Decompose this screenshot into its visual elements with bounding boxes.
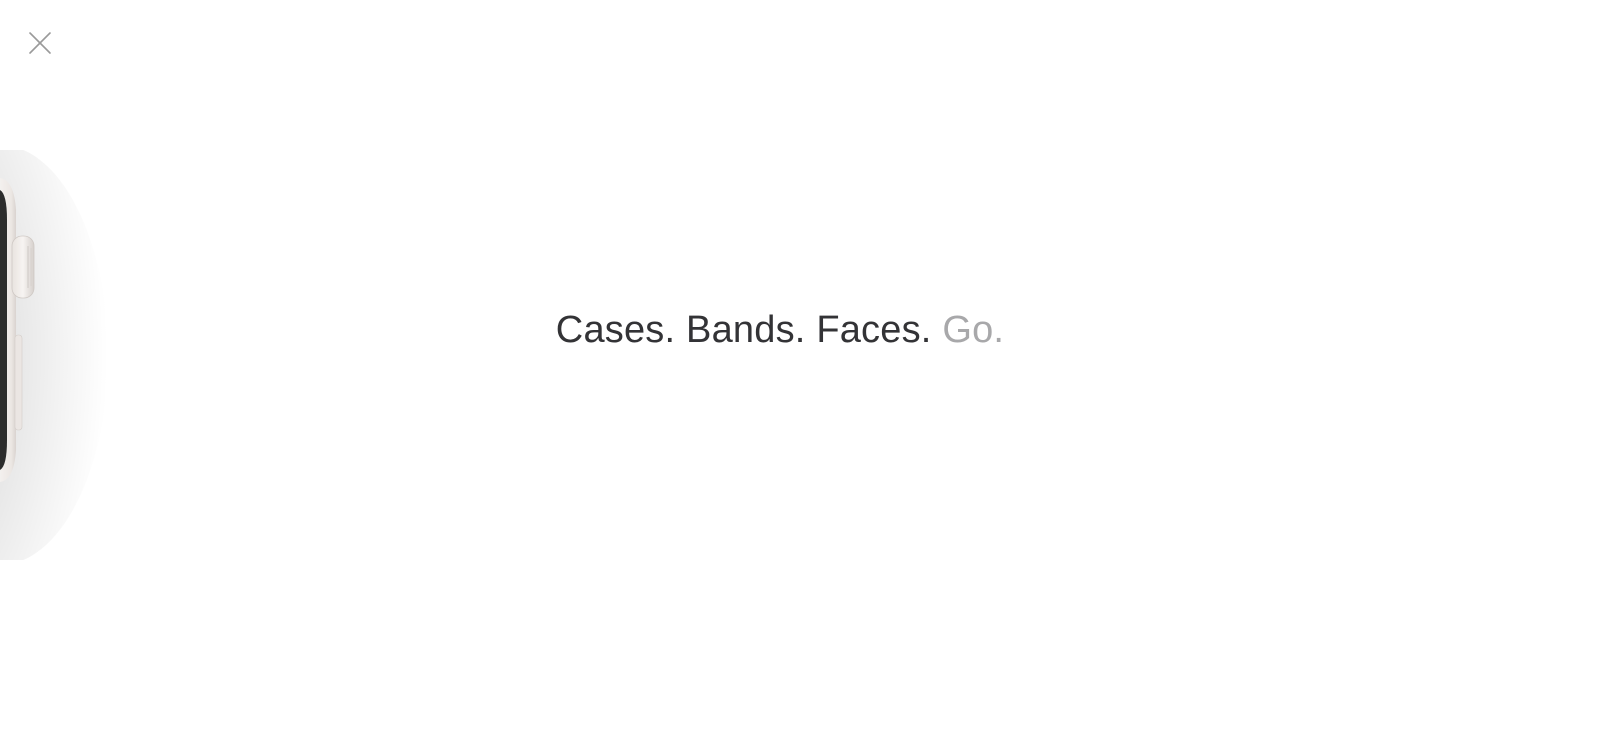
close-icon xyxy=(29,32,51,54)
tagline-faces: Faces. xyxy=(816,309,932,351)
tagline-cases: Cases. xyxy=(555,309,676,351)
tagline-go: Go. xyxy=(942,309,1005,351)
tagline: Cases. Bands. Faces. Go. xyxy=(0,306,1560,354)
watch-studio-intro: Cases. Bands. Faces. Go. xyxy=(0,0,1600,755)
tagline-bands: Bands. xyxy=(686,309,806,351)
close-button[interactable] xyxy=(26,29,54,57)
watch-image xyxy=(0,150,110,560)
